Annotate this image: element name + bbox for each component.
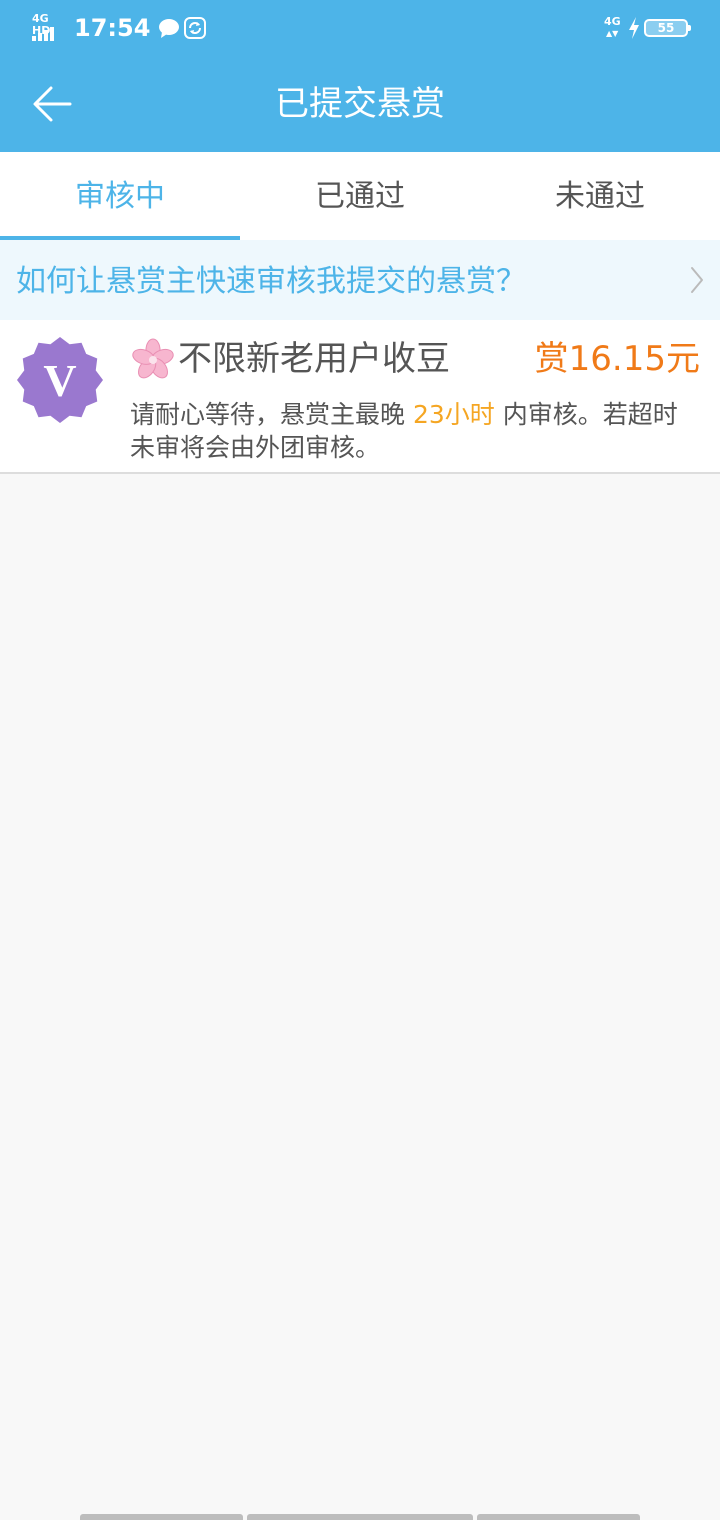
- tab-bar: 审核中 已通过 未通过: [0, 152, 720, 240]
- status-bar-left: 4G HD 17:54: [32, 10, 207, 46]
- desc-deadline-highlight: 23小时: [412, 400, 495, 429]
- tip-banner[interactable]: 如何让悬赏主快速审核我提交的悬赏？: [0, 240, 720, 320]
- status-bar: 4G HD 17:54 4G ▲▼ 55: [0, 0, 720, 56]
- tab-rejected[interactable]: 未通过: [480, 152, 720, 240]
- page-title: 已提交悬赏: [275, 84, 445, 124]
- tab-approved[interactable]: 已通过: [240, 152, 480, 240]
- sync-icon: [184, 17, 207, 39]
- avatar-letter: V: [43, 355, 76, 406]
- item-title: 不限新老用户收豆: [178, 339, 450, 379]
- desc-text-before: 请耐心等待，悬赏主最晚: [130, 400, 413, 429]
- list-item[interactable]: V 不限新老用户收豆 赏16.15元 请耐心等待，悬赏主最晚 23小时 内审核。…: [0, 320, 720, 474]
- battery-icon: 55: [644, 19, 691, 37]
- item-description: 请耐心等待，悬赏主最晚 23小时 内审核。若超时未审将会由外团审核。: [130, 398, 690, 464]
- signal-icon: 4G HD: [32, 13, 66, 43]
- item-reward: 赏16.15元: [534, 339, 700, 379]
- arrow-left-icon: [33, 86, 72, 122]
- data-arrows-icon: 4G ▲▼: [604, 15, 621, 38]
- tip-text: 如何让悬赏主快速审核我提交的悬赏？: [16, 264, 526, 299]
- chevron-right-icon: [691, 267, 703, 293]
- nav-hint-bar-left: [80, 1514, 243, 1520]
- chat-bubble-icon: [159, 19, 180, 38]
- battery-level: 55: [657, 21, 675, 35]
- tab-reviewing[interactable]: 审核中: [0, 152, 240, 240]
- nav-hint-bar-center: [247, 1514, 473, 1520]
- back-button[interactable]: [24, 78, 80, 130]
- network-right-label: 4G: [604, 15, 621, 28]
- status-bar-right: 4G ▲▼ 55: [604, 10, 691, 46]
- cherry-blossom-icon: [132, 338, 174, 379]
- avatar: V: [17, 337, 103, 423]
- charging-icon: [629, 17, 639, 39]
- item-title-row: 不限新老用户收豆 赏16.15元: [130, 334, 700, 384]
- nav-hint-bar-right: [477, 1514, 640, 1520]
- app-header: 已提交悬赏: [0, 56, 720, 152]
- status-time: 17:54: [74, 14, 151, 42]
